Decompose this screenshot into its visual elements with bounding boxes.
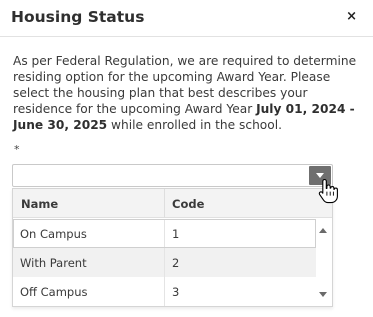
option-name: On Campus bbox=[20, 227, 87, 241]
column-header-name[interactable]: Name bbox=[21, 197, 58, 211]
dialog-titlebar: Housing Status × bbox=[0, 0, 373, 37]
housing-status-dialog: Housing Status × As per Federal Regulati… bbox=[0, 0, 373, 317]
option-row-off-campus[interactable]: Off Campus 3 bbox=[13, 277, 316, 306]
dropdown-scrollbar[interactable] bbox=[316, 219, 331, 306]
housing-options-dropdown: Name Code On Campus 1 With Parent 2 Off … bbox=[12, 188, 333, 307]
chevron-down-icon bbox=[316, 173, 324, 178]
dialog-title: Housing Status bbox=[11, 8, 145, 26]
required-marker: * bbox=[14, 143, 20, 156]
cell-divider bbox=[164, 248, 165, 277]
instruction-message: As per Federal Regulation, we are requir… bbox=[13, 53, 365, 133]
option-code: 1 bbox=[172, 227, 180, 241]
dropdown-list: On Campus 1 With Parent 2 Off Campus 3 bbox=[13, 219, 316, 306]
cell-divider bbox=[164, 220, 165, 247]
dropdown-header: Name Code bbox=[13, 189, 332, 218]
cell-divider bbox=[164, 277, 165, 306]
scroll-down-icon[interactable] bbox=[319, 292, 327, 297]
option-row-with-parent[interactable]: With Parent 2 bbox=[13, 248, 316, 277]
option-code: 2 bbox=[172, 256, 180, 270]
housing-combobox-input[interactable] bbox=[13, 165, 309, 186]
dropdown-toggle-button[interactable] bbox=[309, 166, 331, 185]
scroll-up-icon[interactable] bbox=[319, 228, 327, 233]
option-code: 3 bbox=[172, 285, 180, 299]
option-name: Off Campus bbox=[20, 285, 88, 299]
option-row-on-campus[interactable]: On Campus 1 bbox=[13, 219, 316, 248]
column-header-code[interactable]: Code bbox=[172, 197, 204, 211]
column-divider bbox=[164, 189, 165, 218]
message-text-2: while enrolled in the school. bbox=[107, 118, 282, 132]
housing-combobox[interactable] bbox=[12, 164, 333, 187]
option-name: With Parent bbox=[20, 256, 87, 270]
close-icon[interactable]: × bbox=[346, 9, 357, 25]
